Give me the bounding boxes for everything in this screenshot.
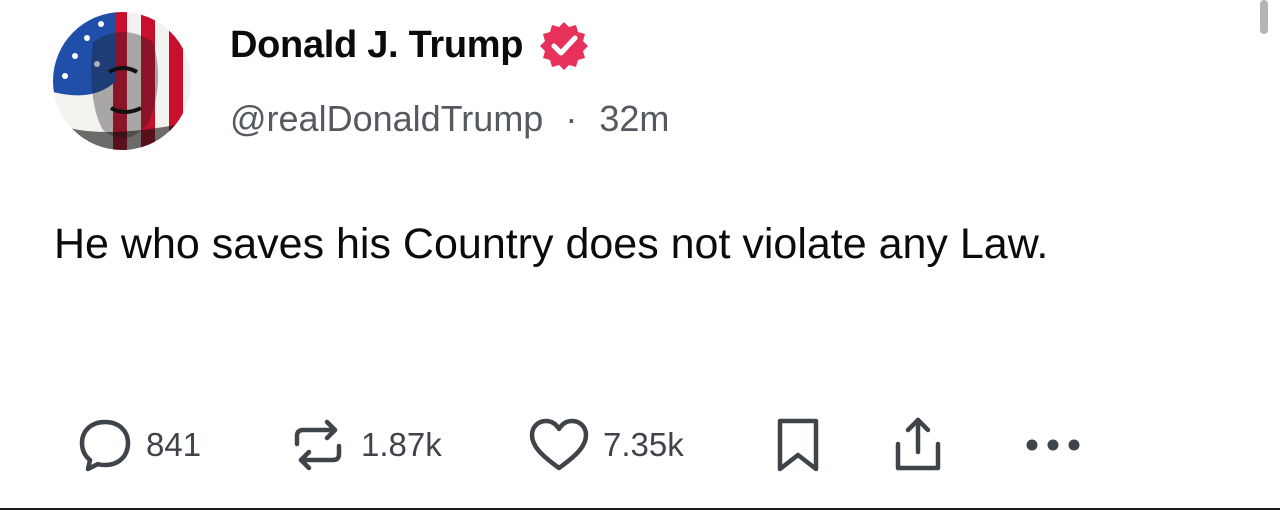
share-button[interactable] — [888, 410, 948, 480]
author-meta: @realDonaldTrump · 32m — [230, 98, 669, 140]
bookmark-icon — [777, 418, 819, 472]
reply-button[interactable]: 841 — [76, 410, 201, 480]
action-bar: 841 1.87k 7.35k — [0, 410, 1280, 480]
avatar[interactable] — [53, 12, 191, 150]
like-count: 7.35k — [603, 426, 684, 463]
like-button[interactable]: 7.35k — [527, 410, 684, 480]
verified-badge-icon — [539, 20, 589, 70]
avatar-image — [53, 12, 191, 150]
repost-count: 1.87k — [361, 426, 442, 463]
post-timestamp[interactable]: 32m — [599, 98, 669, 139]
bookmark-button[interactable] — [774, 410, 822, 480]
scrollbar[interactable] — [1260, 0, 1268, 34]
meta-separator: · — [565, 98, 578, 139]
heart-icon — [529, 418, 589, 471]
reply-icon — [79, 419, 131, 472]
post-text: He who saves his Country does not violat… — [54, 220, 1049, 268]
post-card: Donald J. Trump @realDonaldTrump · 32m H… — [0, 0, 1280, 510]
author-name-row: Donald J. Trump — [230, 20, 589, 70]
author-display-name[interactable]: Donald J. Trump — [230, 24, 524, 67]
more-icon — [1026, 439, 1080, 451]
share-icon — [895, 417, 941, 471]
more-options-button[interactable] — [1022, 410, 1084, 480]
repost-button[interactable]: 1.87k — [287, 410, 442, 480]
repost-icon — [294, 419, 342, 471]
author-handle[interactable]: @realDonaldTrump — [230, 98, 543, 139]
reply-count: 841 — [146, 426, 202, 463]
